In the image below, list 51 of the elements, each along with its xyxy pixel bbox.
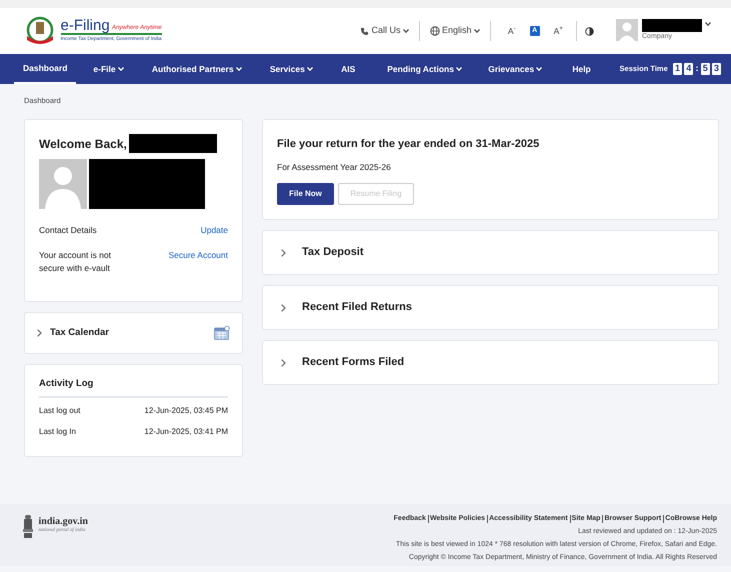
globe-icon [430, 26, 440, 36]
caret-icon [402, 29, 409, 33]
nav-tab[interactable]: Pending Actions [378, 54, 472, 84]
vault-warning-text: Your account is not secure with e-vault [39, 248, 112, 275]
activity-log-title: Activity Log [39, 377, 228, 398]
accordion-title: Recent Filed Returns [302, 300, 412, 316]
text-size-button[interactable]: A$^{-}$ [508, 24, 516, 38]
call-us-dropdown[interactable]: Call Us [360, 24, 409, 38]
calendar-icon [214, 326, 230, 340]
emblem-icon [22, 514, 34, 540]
accordion-panel[interactable]: Tax Deposit [262, 230, 719, 275]
tax-calendar-title: Tax Calendar [50, 326, 109, 340]
nav-tab[interactable]: Dashboard [14, 54, 76, 84]
nav-tab[interactable]: Help [563, 54, 600, 84]
activity-label: Last log In [39, 426, 76, 438]
activity-label: Last log out [39, 405, 80, 418]
phone-icon [360, 26, 370, 36]
assessment-year-text: For Assessment Year 2025-26 [277, 160, 392, 174]
accordion-title: Recent Forms Filed [302, 355, 404, 370]
nav-tab[interactable]: AIS [332, 54, 364, 84]
nav-tab[interactable]: Grievances [479, 54, 552, 84]
nav-tab[interactable]: Authorised Partners [142, 54, 251, 84]
contrast-icon[interactable] [585, 26, 594, 36]
caret-icon [705, 22, 711, 26]
update-link[interactable]: Update [200, 224, 228, 237]
accordion-title: Tax Deposit [302, 245, 364, 260]
caret-icon [474, 29, 480, 33]
welcome-heading: Welcome Back, [39, 136, 127, 152]
portal-name: india.gov.in [38, 516, 88, 527]
nav-tab[interactable]: Services [260, 54, 322, 84]
return-title: File your return for the year ended on 31-Mar-2025 [277, 137, 540, 152]
nav-tab[interactable]: e-File [84, 54, 133, 84]
language-dropdown[interactable]: English [430, 24, 480, 38]
emblem-logo-icon [24, 16, 56, 46]
secure-account-link[interactable]: Secure Account [168, 248, 228, 275]
contact-details-label: Contact Details [39, 224, 97, 237]
profile-picture-icon [39, 159, 87, 209]
session-digit: 5 [700, 63, 710, 75]
session-digit: 1 [673, 63, 682, 75]
accordion-panel[interactable]: Recent Forms Filed [262, 340, 719, 385]
accordion-panel[interactable]: Recent Filed Returns [262, 285, 719, 330]
logo-title: e-Filing [60, 18, 110, 34]
redaction [642, 19, 702, 32]
activity-timestamp: 12-Jun-2025, 03:41 PM [144, 426, 228, 438]
tax-calendar-panel[interactable]: Tax Calendar [24, 312, 243, 354]
session-separator: : [696, 62, 698, 76]
session-digit: 3 [712, 63, 721, 75]
activity-timestamp: 12-Jun-2025, 03:45 PM [144, 405, 228, 418]
text-size-button[interactable]: A$^{+}$ [554, 24, 563, 38]
file-now-button[interactable]: File Now [277, 183, 334, 206]
session-digit: 4 [684, 63, 694, 75]
